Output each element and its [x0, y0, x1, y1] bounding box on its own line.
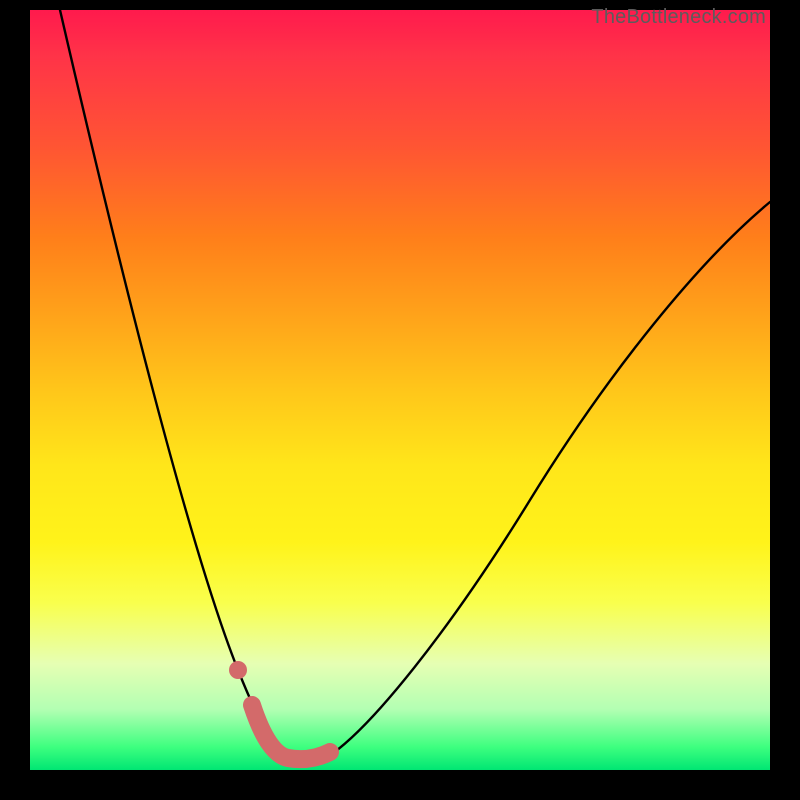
- chart-svg: [30, 10, 770, 770]
- optimal-range-marker: [252, 705, 330, 759]
- marker-dot: [229, 661, 247, 679]
- chart-plot-area: [30, 10, 770, 770]
- watermark-text: TheBottleneck.com: [591, 6, 766, 29]
- bottleneck-curve: [60, 10, 770, 764]
